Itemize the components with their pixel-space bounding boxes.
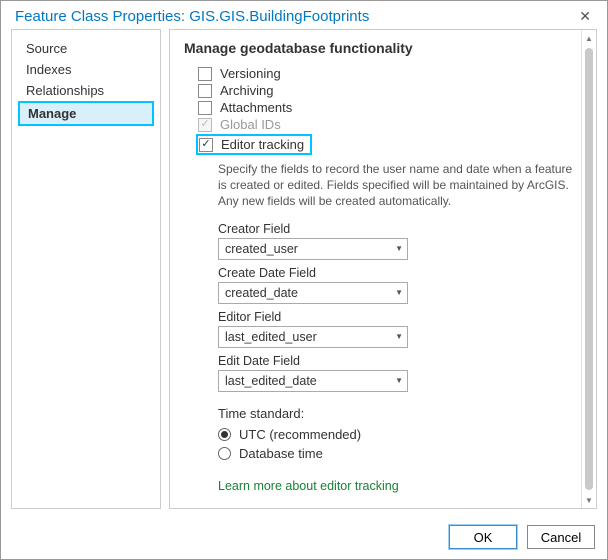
scroll-thumb[interactable] bbox=[585, 48, 593, 490]
option-globalids: ✓ Global IDs bbox=[198, 117, 573, 132]
radio-db-row[interactable]: Database time bbox=[218, 446, 573, 461]
dialog-footer: OK Cancel bbox=[1, 517, 607, 559]
creator-field-label: Creator Field bbox=[218, 222, 573, 236]
radio-utc-row[interactable]: UTC (recommended) bbox=[218, 427, 573, 442]
vertical-scrollbar[interactable]: ▲ ▼ bbox=[581, 30, 596, 508]
option-attachments-label: Attachments bbox=[220, 100, 292, 115]
creator-field-dropdown[interactable]: created_user ▼ bbox=[218, 238, 408, 260]
sidebar-item-source[interactable]: Source bbox=[12, 38, 160, 59]
option-attachments[interactable]: Attachments bbox=[198, 100, 573, 115]
title-bar: Feature Class Properties: GIS.GIS.Buildi… bbox=[1, 1, 607, 29]
scroll-up-icon[interactable]: ▲ bbox=[585, 32, 593, 44]
create-date-field-label: Create Date Field bbox=[218, 266, 573, 280]
editor-tracking-description: Specify the fields to record the user na… bbox=[218, 161, 573, 210]
editor-tracking-highlight: ✓ Editor tracking bbox=[196, 134, 312, 155]
editor-tracking-block: Specify the fields to record the user na… bbox=[218, 161, 573, 495]
radio-db-label: Database time bbox=[239, 446, 323, 461]
chevron-down-icon: ▼ bbox=[395, 332, 403, 341]
checkbox-archiving[interactable] bbox=[198, 84, 212, 98]
sidebar-item-manage[interactable]: Manage bbox=[18, 101, 154, 126]
checkbox-versioning[interactable] bbox=[198, 67, 212, 81]
checkbox-editor-tracking[interactable]: ✓ bbox=[199, 138, 213, 152]
dialog-window: Feature Class Properties: GIS.GIS.Buildi… bbox=[0, 0, 608, 560]
editor-field-value: last_edited_user bbox=[225, 330, 317, 344]
sidebar-item-indexes[interactable]: Indexes bbox=[12, 59, 160, 80]
main-content: Manage geodatabase functionality Version… bbox=[170, 30, 581, 508]
close-icon[interactable]: ✕ bbox=[573, 7, 597, 25]
chevron-down-icon: ▼ bbox=[395, 244, 403, 253]
option-editor-tracking-label: Editor tracking bbox=[221, 137, 304, 152]
create-date-field-dropdown[interactable]: created_date ▼ bbox=[218, 282, 408, 304]
dialog-title: Feature Class Properties: GIS.GIS.Buildi… bbox=[15, 8, 369, 25]
option-editor-tracking-row: ✓ Editor tracking bbox=[196, 134, 573, 155]
section-heading: Manage geodatabase functionality bbox=[184, 40, 573, 56]
ok-button[interactable]: OK bbox=[449, 525, 517, 549]
sidebar-item-manage-wrap: Manage bbox=[12, 101, 160, 126]
edit-date-field-value: last_edited_date bbox=[225, 374, 317, 388]
checkbox-attachments[interactable] bbox=[198, 101, 212, 115]
time-standard-label: Time standard: bbox=[218, 406, 573, 421]
editor-field-label: Editor Field bbox=[218, 310, 573, 324]
option-globalids-label: Global IDs bbox=[220, 117, 281, 132]
dialog-body: Source Indexes Relationships Manage Mana… bbox=[1, 29, 607, 517]
option-versioning[interactable]: Versioning bbox=[198, 66, 573, 81]
create-date-field-value: created_date bbox=[225, 286, 298, 300]
editor-field-dropdown[interactable]: last_edited_user ▼ bbox=[218, 326, 408, 348]
sidebar: Source Indexes Relationships Manage bbox=[11, 29, 161, 509]
radio-utc-label: UTC (recommended) bbox=[239, 427, 361, 442]
sidebar-item-relationships[interactable]: Relationships bbox=[12, 80, 160, 101]
radio-utc[interactable] bbox=[218, 428, 231, 441]
option-versioning-label: Versioning bbox=[220, 66, 281, 81]
checkbox-globalids: ✓ bbox=[198, 118, 212, 132]
scroll-down-icon[interactable]: ▼ bbox=[585, 494, 593, 506]
main-panel: Manage geodatabase functionality Version… bbox=[169, 29, 597, 509]
option-archiving[interactable]: Archiving bbox=[198, 83, 573, 98]
creator-field-value: created_user bbox=[225, 242, 298, 256]
option-archiving-label: Archiving bbox=[220, 83, 273, 98]
edit-date-field-dropdown[interactable]: last_edited_date ▼ bbox=[218, 370, 408, 392]
chevron-down-icon: ▼ bbox=[395, 288, 403, 297]
chevron-down-icon: ▼ bbox=[395, 376, 403, 385]
radio-db[interactable] bbox=[218, 447, 231, 460]
edit-date-field-label: Edit Date Field bbox=[218, 354, 573, 368]
learn-more-link[interactable]: Learn more about editor tracking bbox=[218, 479, 399, 493]
cancel-button[interactable]: Cancel bbox=[527, 525, 595, 549]
radio-dot-icon bbox=[221, 431, 228, 438]
